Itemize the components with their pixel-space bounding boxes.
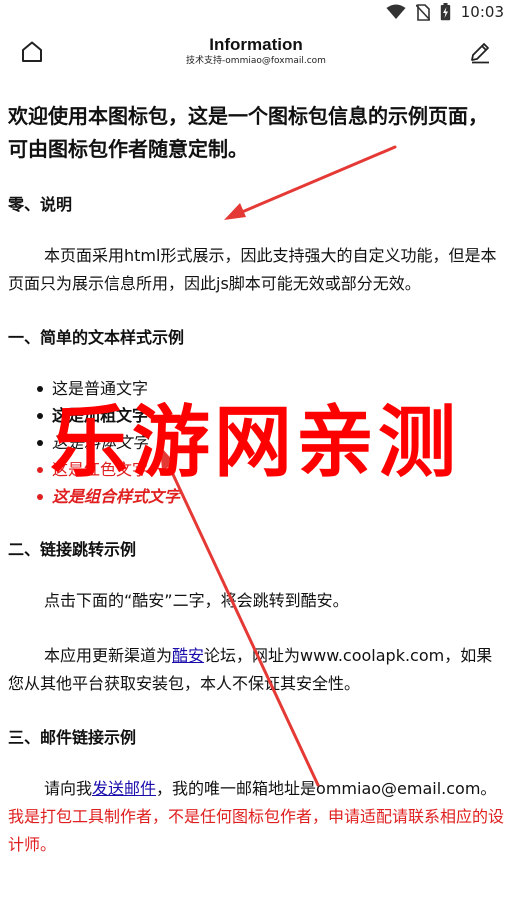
status-time: 10:03 — [460, 3, 504, 21]
list-item-combined: 这是组合样式文字 — [37, 483, 504, 510]
section-3-red-note: 我是打包工具制作者，不是任何图标包作者，申请适配请联系相应的设计师。 — [8, 807, 505, 854]
list-item-red: 这是红色文字 — [37, 456, 504, 483]
list-item-italic: 这是斜体文字 — [37, 429, 504, 456]
app-bar: Information 技术支持-ommiao@foxmail.com — [0, 24, 512, 80]
section-3-heading: 三、邮件链接示例 — [8, 728, 137, 747]
section-3-text-pre: 请向我 — [44, 779, 93, 798]
section-0-heading: 零、说明 — [8, 195, 73, 214]
section-2-heading: 二、链接跳转示例 — [8, 540, 137, 559]
status-bar: 10:03 — [0, 0, 512, 24]
send-email-link[interactable]: 发送邮件 — [92, 779, 156, 798]
section-0-paragraph: 本页面采用html形式展示，因此支持强大的自定义功能，但是本页面只为展示信息所用… — [8, 246, 497, 293]
wifi-icon — [386, 4, 406, 19]
list-item-normal: 这是普通文字 — [37, 375, 504, 402]
page-subtitle: 技术支持-ommiao@foxmail.com — [186, 56, 326, 66]
section-2-paragraph-1: 点击下面的“酷安”二字，将会跳转到酷安。 — [44, 591, 349, 610]
coolapk-link[interactable]: 酷安 — [172, 646, 204, 665]
home-icon[interactable] — [16, 36, 48, 68]
text-style-list: 这是普通文字 这是加粗文字 这是斜体文字 这是红色文字 这是组合样式文字 — [8, 375, 504, 510]
battery-charging-icon — [440, 3, 450, 21]
section-1-heading: 一、简单的文本样式示例 — [8, 328, 185, 347]
edit-icon[interactable] — [464, 36, 496, 68]
section-2-text-pre: 本应用更新渠道为 — [44, 646, 173, 665]
section-3-text-mid: ，我的唯一邮箱地址是ommiao@email.com。 — [156, 779, 497, 798]
intro-heading: 欢迎使用本图标包，这是一个图标包信息的示例页面，可由图标包作者随意定制。 — [8, 104, 488, 161]
section-2-paragraph-2: 本应用更新渠道为酷安论坛，网址为www.coolapk.com，如果您从其他平台… — [8, 642, 504, 698]
no-sim-icon — [415, 3, 430, 21]
app-bar-title-block: Information 技术支持-ommiao@foxmail.com — [80, 35, 432, 68]
page-title: Information — [209, 35, 303, 54]
list-item-bold: 这是加粗文字 — [37, 402, 504, 429]
section-3-paragraph: 请向我发送邮件，我的唯一邮箱地址是ommiao@email.com。我是打包工具… — [8, 775, 504, 859]
info-content: 欢迎使用本图标包，这是一个图标包信息的示例页面，可由图标包作者随意定制。 零、说… — [0, 80, 512, 919]
